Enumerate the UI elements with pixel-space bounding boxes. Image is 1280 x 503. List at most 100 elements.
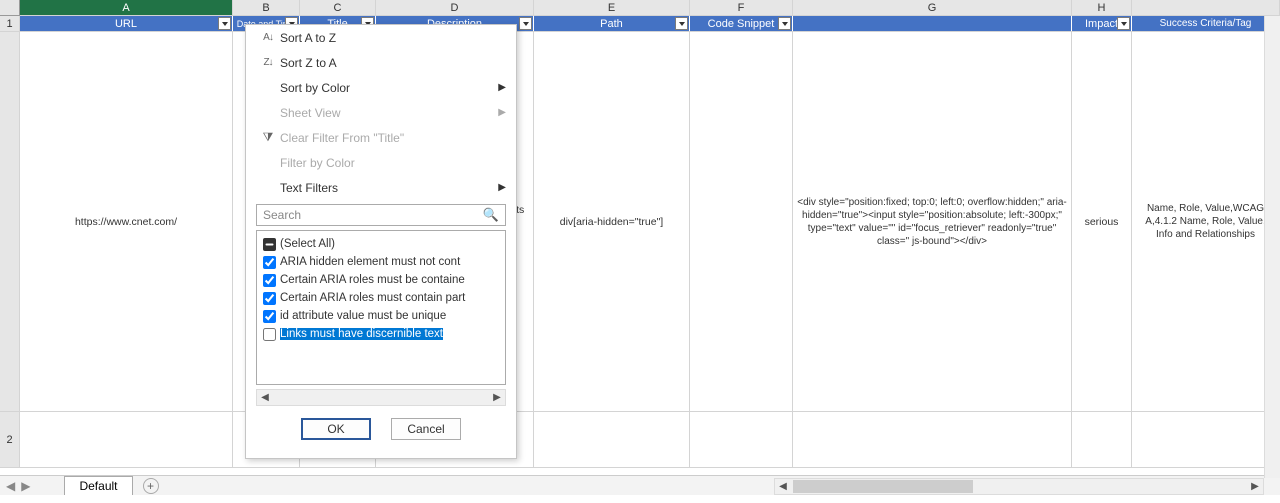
cell-snippet-a[interactable] [690,32,793,411]
menu-label: Sort Z to A [280,56,337,70]
horizontal-scrollbar[interactable]: ◀ ▶ [774,478,1264,495]
scrollbar-thumb[interactable] [793,480,973,493]
scroll-right-icon[interactable]: ▶ [489,392,505,403]
scroll-right-icon[interactable]: ▶ [1247,481,1263,492]
sort-z-a[interactable]: Z↓Sort Z to A [246,50,516,75]
check-item[interactable]: ARIA hidden element must not cont [261,253,501,271]
header-label: URL [115,18,137,30]
tab-first-icon[interactable]: ◀ [6,479,15,493]
check-item-selected[interactable]: Links must have discernible text [261,325,501,343]
check-label: (Select All) [280,238,335,250]
table-row: 2 [0,412,1280,468]
table-row: https://www.cnet.com/ Ensures aria-hidde… [0,32,1280,412]
search-icon: 🔍 [483,207,499,223]
scroll-left-icon[interactable]: ◀ [775,481,791,492]
ok-button[interactable]: OK [301,418,371,440]
header-criteria: Success Criteria/Tag [1132,16,1280,31]
filter-menu: A↓Sort A to Z Z↓Sort Z to A Sort by Colo… [245,24,517,459]
tab-nav: ◀ ▶ [0,479,36,493]
header-impact: Impact [1072,16,1132,31]
header-label: Path [600,18,623,30]
chevron-right-icon: ▶ [498,182,506,193]
col-header-H[interactable]: H [1072,0,1132,15]
header-label: Success Criteria/Tag [1160,18,1252,29]
sort-a-z[interactable]: A↓Sort A to Z [246,25,516,50]
col-header-G[interactable]: G [793,0,1072,15]
row-number-2[interactable]: 2 [0,412,20,467]
col-header-B[interactable]: B [233,0,300,15]
header-url: URL [20,16,233,31]
sheet-view: Sheet View▶ [246,100,516,125]
cell[interactable] [20,412,233,467]
filter-button[interactable] [675,17,688,30]
col-header-D[interactable]: D [376,0,534,15]
chevron-right-icon: ▶ [498,82,506,93]
checkbox[interactable] [263,274,276,287]
sort-by-color[interactable]: Sort by Color▶ [246,75,516,100]
cell[interactable] [793,412,1072,467]
text-filters[interactable]: Text Filters ▶ [246,175,516,200]
menu-label: Text Filters [280,181,338,195]
cell[interactable] [1072,412,1132,467]
vertical-scrollbar[interactable] [1264,16,1280,478]
col-header-C[interactable]: C [300,0,376,15]
checkbox[interactable] [263,256,276,269]
filter-button[interactable] [519,17,532,30]
cell[interactable] [534,412,690,467]
col-header-E[interactable]: E [534,0,690,15]
cell-path[interactable]: div[aria-hidden="true"] [534,32,690,411]
table-header-row: 1 URL Date and Time Title Description Pa… [0,16,1280,32]
spreadsheet-grid: A B C D E F G H 1 URL Date and Time Titl… [0,0,1280,478]
select-all-corner[interactable] [0,0,20,16]
funnel-clear-icon: ⧩ [256,130,280,145]
check-item[interactable]: id attribute value must be unique [261,307,501,325]
check-label: Links must have discernible text [280,328,443,340]
cell-url[interactable]: https://www.cnet.com/ [20,32,233,411]
menu-label: Sheet View [280,106,341,120]
filter-button[interactable] [218,17,231,30]
header-label: Code Snippet [708,18,775,30]
tab-prev-icon[interactable]: ▶ [21,479,30,493]
header-path: Path [534,16,690,31]
add-sheet-button[interactable]: + [143,478,159,494]
checkbox[interactable] [263,328,276,341]
filter-button[interactable] [1117,17,1130,30]
checkbox[interactable] [263,310,276,323]
placeholder-text: Search [263,208,301,222]
check-item[interactable]: Certain ARIA roles must be containe [261,271,501,289]
cell[interactable] [1132,412,1280,467]
sheet-tab-default[interactable]: Default [64,476,132,495]
check-label: Certain ARIA roles must contain part [280,292,465,304]
header-label: Impact [1085,18,1118,30]
col-header-A[interactable]: A [20,0,233,15]
menu-label: Sort A to Z [280,31,336,45]
sort-desc-icon: Z↓ [256,57,280,68]
row-number-1[interactable]: 1 [0,16,20,31]
scroll-left-icon[interactable]: ◀ [257,392,273,403]
check-label: Certain ARIA roles must be containe [280,274,465,286]
col-header-F[interactable]: F [690,0,793,15]
checklist-scrollbar[interactable]: ◀▶ [256,389,506,406]
cell-impact[interactable]: serious [1072,32,1132,411]
filter-button[interactable] [778,17,791,30]
filter-search-input[interactable]: Search 🔍 [256,204,506,226]
checkbox[interactable] [263,238,276,251]
button-row: OK Cancel [246,412,516,446]
cancel-button[interactable]: Cancel [391,418,461,440]
check-select-all[interactable]: (Select All) [261,235,501,253]
cell-snippet[interactable]: <div style="position:fixed; top:0; left:… [793,32,1072,411]
header-snippet: Code Snippet [690,16,793,31]
col-header-I[interactable] [1132,0,1280,15]
cell[interactable] [690,412,793,467]
column-headers: A B C D E F G H [0,0,1280,16]
check-label: id attribute value must be unique [280,310,446,322]
check-item[interactable]: Certain ARIA roles must contain part [261,289,501,307]
row-number-blank[interactable] [0,32,20,411]
checkbox[interactable] [263,292,276,305]
clear-filter: ⧩Clear Filter From "Title" [246,125,516,150]
filter-by-color: Filter by Color [246,150,516,175]
cell-criteria[interactable]: Name, Role, Value,WCAG A,4.1.2 Name, Rol… [1132,32,1280,411]
menu-label: Filter by Color [280,156,355,170]
filter-checklist: (Select All) ARIA hidden element must no… [256,230,506,385]
check-label: ARIA hidden element must not cont [280,256,460,268]
